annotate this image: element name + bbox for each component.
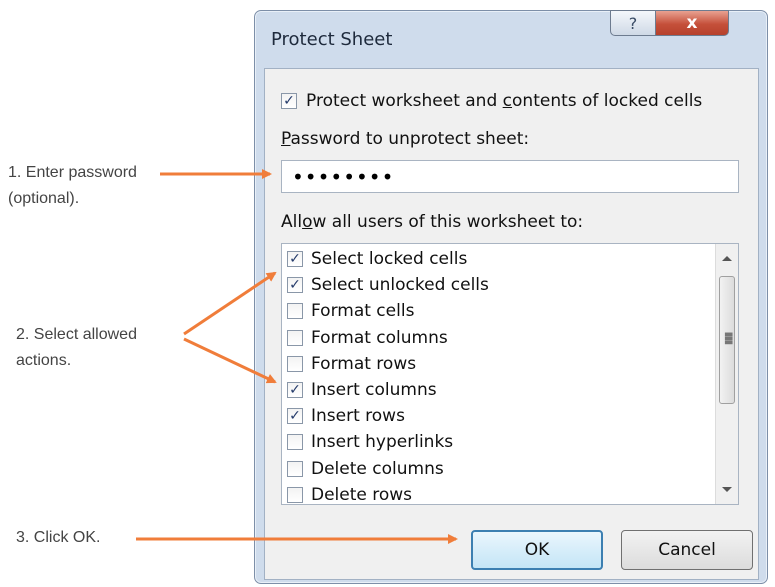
permission-checkbox[interactable]: ✓ [287,382,303,399]
help-button[interactable]: ? [610,10,656,36]
permission-label: Format columns [311,327,448,348]
permission-checkbox[interactable] [287,329,303,346]
protect-worksheet-checkbox-row[interactable]: ✓ Protect worksheet and contents of lock… [281,91,702,111]
step2-line1: 2. Select allowed [16,326,137,343]
permission-label: Insert rows [311,406,405,427]
dialog-body: ✓ Protect worksheet and contents of lock… [264,68,759,580]
allow-users-label: Allow all users of this worksheet to: [281,212,584,232]
close-icon: x [686,13,698,33]
help-icon: ? [628,13,638,33]
permission-label: Delete columns [311,458,444,479]
protect-worksheet-label: Protect worksheet and contents of locked… [306,91,703,111]
checkmark-icon: ✓ [289,277,301,294]
permission-item[interactable]: Format cells [287,298,489,324]
checkmark-icon: ✓ [289,251,301,268]
permission-checkbox[interactable] [287,355,303,372]
scroll-down-icon[interactable] [722,487,732,492]
scroll-thumb[interactable]: ▬ ▬ ▬ [719,276,735,404]
protect-sheet-dialog: Protect Sheet ? x ✓ Protect worksheet an… [254,10,768,584]
permission-checkbox[interactable] [287,460,303,477]
grip-icon: ▬ ▬ ▬ [724,329,734,348]
permission-checkbox[interactable]: ✓ [287,251,303,268]
permissions-items: ✓ Select locked cells ✓ Select unlocked cel… [287,246,489,505]
step3-text: 3. Click OK. [16,529,101,546]
permission-label: Select locked cells [311,249,468,270]
step2-line2: actions. [16,352,72,369]
dialog-title: Protect Sheet [271,29,393,50]
permission-checkbox[interactable] [287,434,303,451]
permission-item[interactable]: Format rows [287,351,489,377]
password-label: Password to unprotect sheet: [281,129,530,149]
step1-line1: 1. Enter password [8,164,137,181]
cancel-button[interactable]: Cancel [621,530,753,570]
permission-item[interactable]: Format columns [287,325,489,351]
permission-label: Format cells [311,301,415,322]
permission-checkbox[interactable]: ✓ [287,277,303,294]
protect-worksheet-checkbox[interactable]: ✓ [281,93,297,109]
scrollbar[interactable]: ▬ ▬ ▬ [715,244,738,504]
permission-checkbox[interactable] [287,303,303,320]
permission-item[interactable]: Insert hyperlinks [287,429,489,455]
checkmark-icon: ✓ [289,408,301,425]
permission-item[interactable]: Delete rows [287,482,489,505]
close-button[interactable]: x [655,10,729,36]
permission-checkbox[interactable] [287,486,303,503]
step1-annotation: 1. Enter password (optional). [8,160,137,212]
password-value: •••••••• [292,164,395,189]
permissions-list[interactable]: ✓ Select locked cells ✓ Select unlocked cel… [281,243,739,505]
permission-label: Format rows [311,353,417,374]
permission-label: Insert columns [311,380,437,401]
permission-label: Delete rows [311,484,413,505]
permission-label: Insert hyperlinks [311,432,454,453]
permission-item[interactable]: ✓ Select locked cells [287,246,489,272]
step3-annotation: 3. Click OK. [16,525,100,551]
step1-line2: (optional). [8,190,80,207]
ok-button[interactable]: OK [471,530,603,570]
scroll-up-icon[interactable] [722,256,732,261]
permission-checkbox[interactable]: ✓ [287,408,303,425]
step2-annotation: 2. Select allowed actions. [16,322,137,374]
checkmark-icon: ✓ [289,382,301,399]
permission-item[interactable]: Delete columns [287,456,489,482]
permission-item[interactable]: ✓ Insert rows [287,403,489,429]
checkmark-icon: ✓ [283,93,295,109]
password-input[interactable]: •••••••• [281,160,739,193]
permission-item[interactable]: ✓ Select unlocked cells [287,272,489,298]
permission-label: Select unlocked cells [311,275,489,296]
permission-item[interactable]: ✓ Insert columns [287,377,489,403]
